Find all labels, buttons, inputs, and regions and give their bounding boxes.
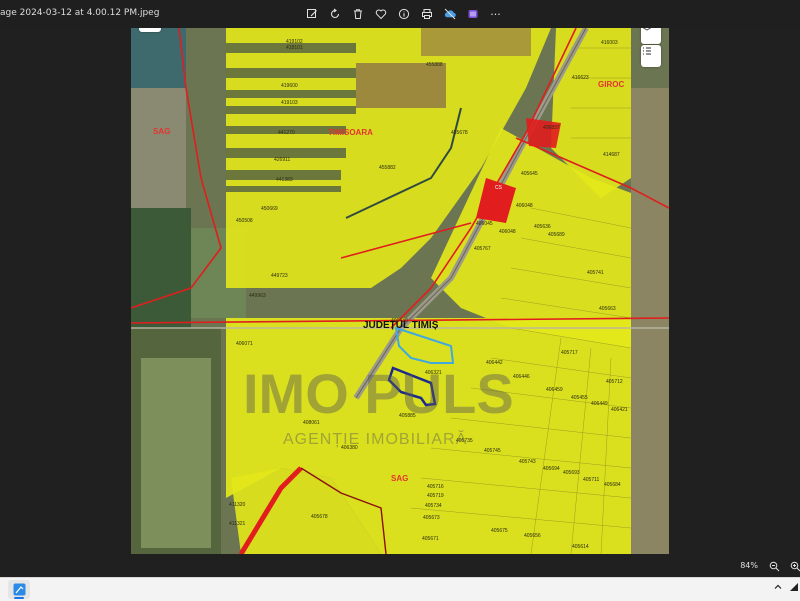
place-label-sag-south: SAG <box>391 474 409 483</box>
parcel-label: 405689 <box>548 232 565 238</box>
parcel-label: 405455 <box>571 395 588 401</box>
cloud-icon[interactable] <box>438 5 461 23</box>
parcel-label: 406048 <box>516 203 533 209</box>
clipchamp-icon[interactable] <box>461 5 484 23</box>
parcel-label: 406071 <box>236 341 253 347</box>
parcel-label: 405694 <box>543 466 560 472</box>
parcel-label: 419600 <box>281 83 298 89</box>
parcel-label: 405645 <box>521 171 538 177</box>
parcel-label: 405716 <box>427 484 444 490</box>
parcel-label: 405614 <box>572 544 589 550</box>
parcel-label: 406446 <box>513 374 530 380</box>
parcel-label: 406449 <box>591 401 608 407</box>
photos-app-icon[interactable] <box>8 580 30 599</box>
parcel-label: 414687 <box>603 152 620 158</box>
info-icon[interactable] <box>392 5 415 23</box>
parcel-label: 455888 <box>426 62 443 68</box>
parcel-label: 419103 <box>281 100 298 106</box>
place-label-timisoara: TIMISOARA <box>328 128 373 137</box>
parcel-label: 405656 <box>524 533 541 539</box>
toolbar: ··· <box>300 5 507 23</box>
layers-icon[interactable] <box>641 28 661 44</box>
window-title: age 2024-03-12 at 4.00.12 PM.jpeg <box>0 8 160 18</box>
parcel-label: 405743 <box>519 459 536 465</box>
parcel-label: 405719 <box>427 493 444 499</box>
parcel-label: 418101 <box>286 45 303 51</box>
delete-icon[interactable] <box>346 5 369 23</box>
place-label-sag-west: SAG <box>153 127 171 136</box>
parcel-label: 426911 <box>274 157 291 163</box>
parcel-label: 405734 <box>425 503 442 509</box>
zoom-out-icon[interactable] <box>767 559 781 573</box>
parcel-label: 441270 <box>278 130 295 136</box>
list-icon[interactable] <box>641 45 661 67</box>
parcel-label: 405684 <box>604 482 621 488</box>
parcel-label: 411321 <box>229 521 246 527</box>
cadastral-map-image: 419102 418101 455888 419600 419103 44127… <box>131 28 669 554</box>
parcel-label: 406837 <box>543 125 560 131</box>
county-label: JUDEȚUL TIMIȘ <box>363 320 439 331</box>
parcel-label: 406459 <box>546 387 563 393</box>
parcel-label: 405663 <box>599 306 616 312</box>
chevron-up-icon[interactable] <box>773 582 783 595</box>
parcel-label: 405671 <box>422 536 439 542</box>
rotate-icon[interactable] <box>323 5 346 23</box>
zoom-level: 84% <box>740 561 758 570</box>
favorite-icon[interactable] <box>369 5 392 23</box>
print-icon[interactable] <box>415 5 438 23</box>
parcel-label: 455678 <box>451 130 468 136</box>
parcel-label: 441383 <box>276 177 293 183</box>
parcel-label: 406421 <box>611 407 628 413</box>
parcel-label: 405767 <box>474 246 491 252</box>
map-corner-button[interactable] <box>139 28 161 32</box>
parcel-label: 405745 <box>484 448 501 454</box>
parcel-label: 405675 <box>491 528 508 534</box>
watermark-tagline: AGENȚIE IMOBILIARĂ <box>283 431 468 448</box>
edit-icon[interactable] <box>300 5 323 23</box>
taskbar <box>0 577 800 601</box>
parcel-label: 405678 <box>311 514 328 520</box>
parcel-label: 416623 <box>572 75 589 81</box>
parcel-label: 405673 <box>423 515 440 521</box>
watermark-brand: IMO PULS <box>243 362 514 425</box>
parcel-label: 405717 <box>561 350 578 356</box>
parcel-label: 449723 <box>271 273 288 279</box>
title-bar: age 2024-03-12 at 4.00.12 PM.jpeg ··· <box>0 0 800 28</box>
more-icon[interactable]: ··· <box>484 5 507 23</box>
parcel-label: 450508 <box>236 218 253 224</box>
parcel-label: CS <box>495 185 502 191</box>
network-icon[interactable] <box>789 582 799 595</box>
parcel-label: 406045 <box>476 221 493 227</box>
parcel-label: 455882 <box>379 165 396 171</box>
parcel-label: 405711 <box>583 477 600 483</box>
place-label-giroc: GIROC <box>598 80 625 89</box>
parcel-label: 449963 <box>249 293 266 299</box>
parcel-label: 450669 <box>261 206 278 212</box>
parcel-label: 406048 <box>499 229 516 235</box>
parcel-label: 405712 <box>606 379 623 385</box>
parcel-label: 416003 <box>601 40 618 46</box>
status-bar: 84% <box>0 555 800 577</box>
parcel-label: 405636 <box>534 224 551 230</box>
parcel-label: 405693 <box>563 470 580 476</box>
image-viewer: 419102 418101 455888 419600 419103 44127… <box>0 28 800 555</box>
parcel-label: 405741 <box>587 270 604 276</box>
zoom-in-icon[interactable] <box>788 559 800 573</box>
parcel-label: 411320 <box>229 502 246 508</box>
